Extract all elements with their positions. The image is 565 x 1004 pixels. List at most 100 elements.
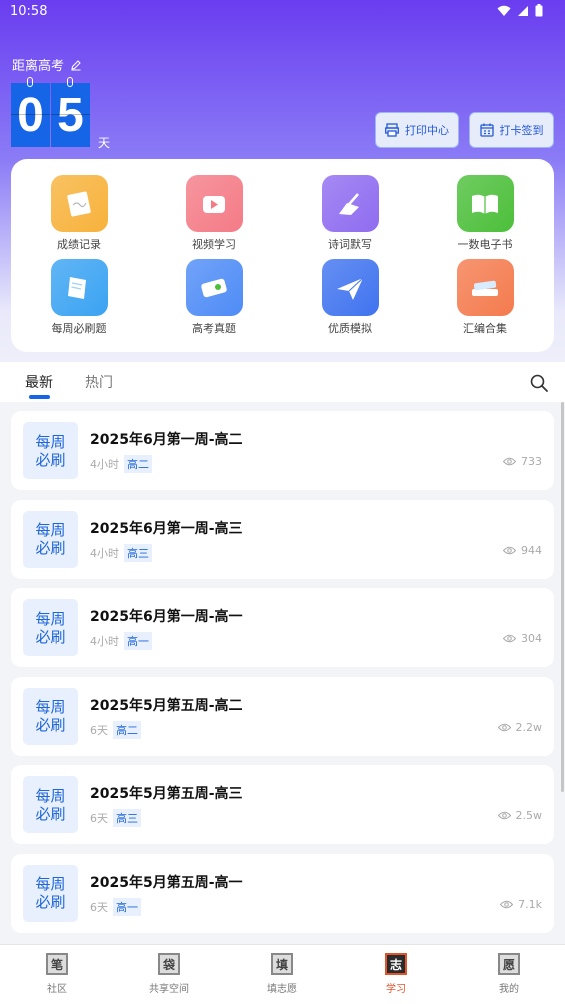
card-time: 6天 [90, 900, 108, 914]
card-title: 2025年5月第五周-高一 [90, 874, 243, 891]
countdown-digit-ones: 5 [51, 77, 90, 147]
view-count: 733 [503, 455, 542, 468]
grid-item-4[interactable]: 每周必刷题 [19, 259, 139, 336]
card-thumbnail: 每周 必刷 [23, 510, 78, 568]
grade-tag: 高三 [124, 543, 152, 562]
grid-item-label: 一数电子书 [457, 238, 513, 251]
eye-icon [500, 900, 514, 908]
search-icon[interactable] [529, 373, 549, 393]
scroll-icon [185, 259, 243, 316]
view-count: 304 [503, 632, 542, 645]
status-bar: 10:58 [0, 0, 565, 24]
signal-icon [518, 5, 528, 16]
eye-icon [503, 546, 516, 554]
nav-item-0[interactable]: 笔社区 [17, 953, 97, 995]
card-thumbnail: 每周 必刷 [23, 687, 78, 745]
printer-icon [385, 123, 399, 137]
eye-icon [503, 634, 516, 643]
nav-icon: 填 [271, 953, 293, 975]
eye-icon [497, 723, 511, 731]
card-time: 6天 [90, 723, 108, 737]
quill-icon [321, 175, 379, 232]
card-meta: 6天 高一 [90, 897, 141, 916]
feed-card[interactable]: 每周 必刷 2025年5月第五周-高一 6天 高一 7.1k [11, 853, 554, 933]
feed-card[interactable]: 每周 必刷 2025年5月第五周-高三 6天 高三 2.5w [11, 765, 554, 844]
scrollbar[interactable] [561, 402, 564, 792]
paper-plane-icon [321, 259, 379, 316]
grid-item-6[interactable]: 优质模拟 [290, 259, 410, 336]
grade-tag: 高三 [113, 809, 141, 827]
card-meta: 6天 高三 [90, 809, 141, 827]
view-count: 944 [503, 544, 542, 557]
grid-item-label: 每周必刷题 [51, 322, 107, 335]
card-title: 2025年5月第五周-高三 [90, 786, 243, 802]
video-icon [185, 175, 243, 232]
grid-item-label: 诗词默写 [328, 238, 372, 251]
checkin-button[interactable]: 打卡签到 [469, 112, 554, 148]
status-time: 10:58 [10, 4, 48, 19]
print-center-button[interactable]: 打印中心 [375, 112, 459, 148]
card-time: 4小时 [90, 635, 119, 648]
calendar-icon [479, 123, 494, 137]
card-thumbnail: 每周 必刷 [23, 864, 78, 922]
grade-tag: 高二 [113, 720, 141, 739]
book-icon [456, 175, 514, 232]
grid-item-label: 视频学习 [192, 238, 236, 251]
grid-item-label: 汇编合集 [463, 322, 507, 335]
wifi-icon [497, 5, 511, 16]
card-thumbnail: 每周 必刷 [23, 776, 78, 833]
view-count: 2.2w [497, 721, 542, 734]
grade-tag: 高一 [124, 632, 152, 650]
feed-tabs: 最新 热门 [0, 362, 565, 402]
countdown-title: 距离高考 [12, 59, 65, 74]
card-time: 4小时 [90, 546, 119, 560]
card-title: 2025年6月第一周-高一 [90, 609, 243, 625]
grid-item-3[interactable]: 一数电子书 [425, 175, 545, 252]
paper-icon [50, 259, 108, 316]
nav-item-2[interactable]: 填填志愿 [242, 953, 322, 995]
card-title: 2025年6月第一周-高二 [90, 432, 243, 448]
battery-icon [535, 4, 543, 17]
grid-item-2[interactable]: 诗词默写 [290, 175, 410, 252]
nav-item-1[interactable]: 袋共享空间 [129, 953, 209, 995]
eye-icon [497, 811, 511, 820]
feed-card[interactable]: 每周 必刷 2025年6月第一周-高三 4小时 高三 944 [11, 499, 554, 579]
nav-item-4[interactable]: 愿我的 [469, 953, 549, 995]
feed-card[interactable]: 每周 必刷 2025年5月第五周-高二 6天 高二 2.2w [11, 676, 554, 756]
card-thumbnail: 每周 必刷 [23, 599, 78, 656]
grid-item-1[interactable]: 视频学习 [154, 175, 274, 252]
nav-label: 我的 [499, 984, 519, 995]
card-meta: 4小时 高一 [90, 632, 152, 650]
grid-item-label: 高考真题 [192, 322, 236, 335]
grid-item-0[interactable]: 成绩记录 [19, 175, 139, 252]
notepad-icon [50, 175, 108, 232]
nav-label: 填志愿 [267, 984, 297, 995]
view-count: 2.5w [497, 809, 542, 822]
edit-icon[interactable] [70, 59, 82, 71]
grid-item-7[interactable]: 汇编合集 [425, 259, 545, 336]
eye-icon [503, 457, 516, 466]
nav-label: 学习 [386, 984, 406, 995]
countdown-digit-tens: 0 [11, 77, 50, 147]
nav-label: 共享空间 [149, 984, 189, 995]
card-meta: 4小时 高二 [90, 455, 152, 473]
grid-item-5[interactable]: 高考真题 [154, 259, 274, 336]
countdown-label[interactable]: 距离高考 [12, 55, 82, 74]
feed-card[interactable]: 每周 必刷 2025年6月第一周-高二 4小时 高二 733 [11, 411, 554, 490]
view-count: 7.1k [500, 898, 542, 911]
nav-item-3[interactable]: 志学习 [356, 953, 436, 995]
status-icons [497, 4, 543, 17]
tab-hot[interactable]: 热门 [85, 372, 113, 392]
grade-tag: 高二 [124, 455, 152, 473]
card-title: 2025年6月第一周-高三 [90, 520, 243, 537]
tab-latest[interactable]: 最新 [25, 372, 53, 392]
nav-icon: 愿 [498, 953, 520, 975]
books-icon [456, 259, 514, 316]
feed-list[interactable]: 每周 必刷 2025年6月第一周-高二 4小时 高二 733 每周 必刷 2025年6月第一周-… [0, 402, 565, 942]
feed-card[interactable]: 每周 必刷 2025年6月第一周-高一 4小时 高一 304 [11, 588, 554, 667]
card-time: 4小时 [90, 458, 119, 471]
card-title: 2025年5月第五周-高二 [90, 697, 243, 714]
grid-item-label: 优质模拟 [328, 322, 372, 335]
bottom-nav: 笔社区袋共享空间填填志愿志学习愿我的 [0, 944, 565, 1004]
card-meta: 6天 高二 [90, 720, 141, 739]
